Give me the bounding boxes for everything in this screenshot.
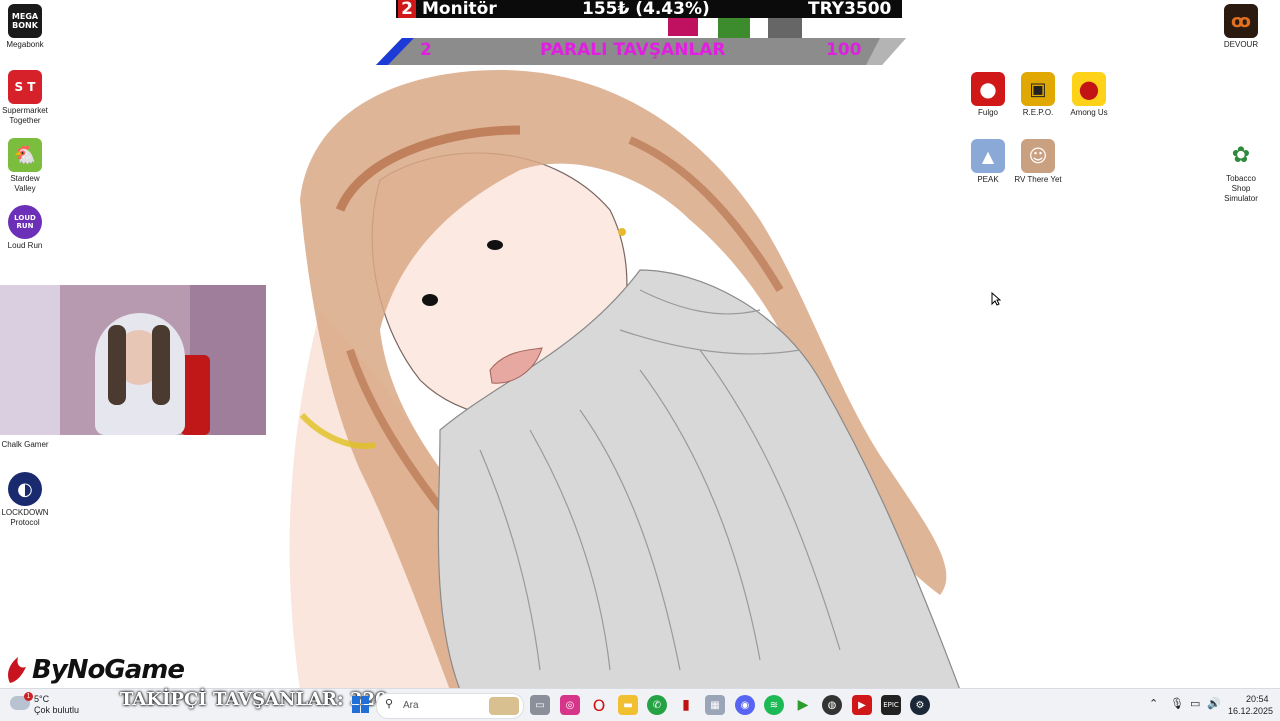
desktop-icon-label: PEAK xyxy=(977,175,999,184)
earring xyxy=(618,228,626,236)
steam-icon[interactable]: ⚙ xyxy=(910,695,930,715)
desktop-icon-lockdown-protocol[interactable]: ◐ LOCKDOWN Protocol xyxy=(0,472,50,528)
devour-icon: ꝏ xyxy=(1224,4,1258,38)
volume-icon[interactable]: 🔊 xyxy=(1207,697,1221,710)
file-explorer-icon[interactable]: ▬ xyxy=(618,695,638,715)
epic-games-icon[interactable]: EPIC xyxy=(881,695,901,715)
weather-widget[interactable]: 1 5°C Çok bulutlu xyxy=(10,692,110,718)
app-red-icon[interactable]: ▮ xyxy=(676,695,696,715)
desktop-icon-loud-run[interactable]: LOUD RUN Loud Run xyxy=(0,205,50,251)
display-icon[interactable]: ▭ xyxy=(1190,697,1200,710)
drawing-canvas xyxy=(289,70,961,690)
eye-right xyxy=(487,240,503,250)
donation-goal-bar: 2 Monitör 155₺ (4.43%) TRY3500 xyxy=(396,0,902,18)
goal-title: Monitör xyxy=(422,0,497,19)
followers-counter: TAKİPÇİ TAVŞANLAR: 320 xyxy=(120,689,388,710)
megabonk-icon: MEGA BONK xyxy=(8,4,42,38)
desktop-icon-label: Fulgo xyxy=(977,108,998,117)
desktop-icon-label: Stardew Valley xyxy=(10,174,40,193)
desktop-icon-devour[interactable]: ꝏ DEVOUR xyxy=(1216,4,1266,50)
spotify-icon[interactable]: ≋ xyxy=(764,695,784,715)
rv-there-yet-icon: ☺ xyxy=(1021,139,1055,173)
clock-time[interactable]: 20:54 xyxy=(1246,694,1269,704)
fulgo-icon: ● xyxy=(971,72,1005,106)
desktop-icon-label: DEVOUR xyxy=(1223,40,1259,49)
desktop-icon-rv-there-yet[interactable]: ☺ RV There Yet xyxy=(1013,139,1063,185)
banner-number: 2 xyxy=(420,40,432,60)
desktop-icon-fulgo[interactable]: ● Fulgo xyxy=(963,72,1013,118)
bynogame-text: ByNoGame xyxy=(32,655,185,685)
followers-banner: 2 PARALI TAVŞANLAR 100 xyxy=(376,38,906,65)
media-player-icon[interactable]: ▶ xyxy=(793,695,813,715)
opera-icon[interactable]: O xyxy=(589,695,609,715)
desktop-icon-label: Loud Run xyxy=(7,241,43,250)
instagram-icon[interactable]: ◎ xyxy=(560,695,580,715)
mouse-cursor-icon xyxy=(991,292,1001,306)
start-button[interactable] xyxy=(352,696,369,713)
desktop-icon-label: Chalk Gamer xyxy=(1,440,49,449)
loud-run-icon: LOUD RUN xyxy=(8,205,42,239)
eye-left xyxy=(422,294,438,306)
chevron-up-icon[interactable]: ⌃ xyxy=(1149,697,1158,710)
bynogame-watermark: ByNoGame xyxy=(4,654,185,686)
desktop-icon-tobacco-shop-simulator[interactable]: ✿ Tobacco Shop Simulator xyxy=(1216,138,1266,204)
pink-app-icon[interactable] xyxy=(668,18,698,36)
bynogame-logo-icon xyxy=(8,657,27,683)
desktop-icon-label: Tobacco Shop Simulator xyxy=(1224,174,1258,203)
desktop-icon-chalk-gamer[interactable]: Chalk Gamer xyxy=(0,438,50,450)
tobacco-shop-icon: ✿ xyxy=(1224,138,1258,172)
peak-icon: ▲ xyxy=(971,139,1005,173)
lockdown-protocol-icon: ◐ xyxy=(8,472,42,506)
desktop-icon-peak[interactable]: ▲ PEAK xyxy=(963,139,1013,185)
goal-rank: 2 xyxy=(398,0,416,18)
desktop-icon-label: RV There Yet xyxy=(1014,175,1062,184)
desktop-icon-label: Supermarket Together xyxy=(2,106,48,125)
desktop-icon-label: R.E.P.O. xyxy=(1022,108,1054,117)
desktop-icon-label: Megabonk xyxy=(6,40,44,49)
photos-icon[interactable]: ▦ xyxy=(705,695,725,715)
weather-badge: 1 xyxy=(24,692,33,701)
microphone-icon[interactable]: 🎙 xyxy=(1170,697,1184,710)
stardew-valley-icon: 🐔 xyxy=(8,138,42,172)
webcam-overlay xyxy=(0,285,266,435)
banner-title: PARALI TAVŞANLAR xyxy=(540,40,726,60)
supermarket-together-icon: S T xyxy=(8,70,42,104)
windows-icon xyxy=(352,696,369,713)
obs-icon[interactable]: ◍ xyxy=(822,695,842,715)
desktop-icon-repo[interactable]: ▣ R.E.P.O. xyxy=(1013,72,1063,118)
taskbar-search[interactable]: ⚲ Ara xyxy=(376,693,524,719)
search-placeholder: Ara xyxy=(403,700,419,711)
whatsapp-icon[interactable]: ✆ xyxy=(647,695,667,715)
youtube-app-icon[interactable]: ▶ xyxy=(852,695,872,715)
task-view-icon[interactable]: ▭ xyxy=(530,695,550,715)
desktop-icon-supermarket-together[interactable]: S T Supermarket Together xyxy=(0,70,50,126)
discord-icon[interactable]: ◉ xyxy=(735,695,755,715)
weather-desc: Çok bulutlu xyxy=(34,705,80,715)
weather-temp: 5°C xyxy=(34,694,50,704)
desktop-icon-megabonk[interactable]: MEGA BONK Megabonk xyxy=(0,4,50,50)
goal-target: TRY3500 xyxy=(808,0,892,19)
among-us-icon: ● xyxy=(1072,72,1106,106)
taskbar: 1 5°C Çok bulutlu TAKİPÇİ TAVŞANLAR: 320… xyxy=(0,688,1280,721)
desktop-icon-among-us[interactable]: ● Among Us xyxy=(1064,72,1114,118)
banner-count: 100 xyxy=(826,40,862,60)
search-highlight-icon xyxy=(489,697,519,715)
desktop-icon-label: LOCKDOWN Protocol xyxy=(1,508,49,527)
goal-progress: 155₺ (4.43%) xyxy=(582,0,710,19)
repo-icon: ▣ xyxy=(1021,72,1055,106)
desktop-icon-stardew-valley[interactable]: 🐔 Stardew Valley xyxy=(0,138,50,194)
euro-truck-icon[interactable] xyxy=(768,18,802,38)
desktop-icon-label: Among Us xyxy=(1070,108,1108,117)
minecraft-icon[interactable] xyxy=(718,18,750,38)
search-icon: ⚲ xyxy=(385,697,394,710)
clock-date[interactable]: 16.12.2025 xyxy=(1228,706,1273,716)
